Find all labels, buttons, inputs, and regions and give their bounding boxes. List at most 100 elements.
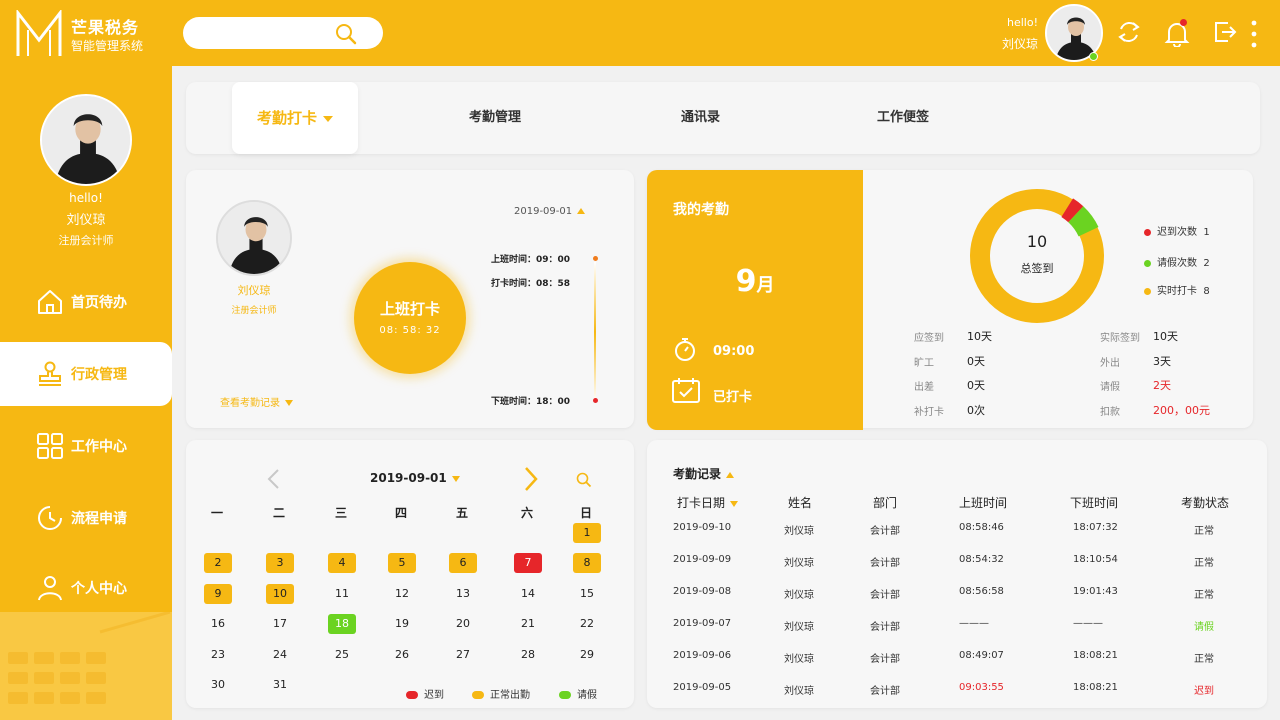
table-cell: 08:54:32 bbox=[959, 554, 1004, 565]
calendar-day[interactable]: 4 bbox=[328, 553, 356, 573]
sidebar-item-personal[interactable]: 个人中心 bbox=[0, 556, 172, 620]
attendance-summary-panel: 我的考勤 9月 09:00 已打卡 bbox=[647, 170, 863, 430]
column-header-start-time: 上班时间 bbox=[959, 496, 1008, 510]
top-bar: 芒果税务 智能管理系统 hello! 刘仪琼 bbox=[0, 0, 1280, 66]
calendar-day[interactable]: 27 bbox=[449, 645, 477, 665]
calendar-day[interactable]: 24 bbox=[266, 645, 294, 665]
table-cell: 正常 bbox=[1194, 526, 1214, 537]
timeline-end-dot bbox=[593, 398, 598, 403]
calendar-day[interactable]: 10 bbox=[266, 584, 294, 604]
weekday-label: 日 bbox=[579, 506, 592, 520]
legend-dot bbox=[1144, 228, 1151, 236]
calendar-day[interactable]: 25 bbox=[328, 645, 356, 665]
end-time: 下班时间：18：00 bbox=[491, 397, 571, 407]
calendar-day[interactable]: 22 bbox=[573, 614, 601, 634]
table-cell: 会计部 bbox=[870, 590, 900, 601]
calendar-day[interactable]: 6 bbox=[449, 553, 477, 573]
online-status-dot bbox=[1089, 52, 1098, 61]
calendar-day[interactable]: 13 bbox=[449, 584, 477, 604]
month-unit: 月 bbox=[756, 275, 775, 296]
records-title-text: 考勤记录 bbox=[673, 467, 722, 481]
calendar-day[interactable]: 11 bbox=[328, 584, 356, 604]
calendar-day[interactable]: 20 bbox=[449, 614, 477, 634]
greeting: hello! bbox=[1007, 16, 1038, 29]
tab-attendance-management[interactable]: 考勤管理 bbox=[469, 82, 521, 154]
search-icon[interactable] bbox=[335, 23, 357, 45]
column-header-name: 姓名 bbox=[788, 496, 813, 510]
legend-late: 迟到次数 1 bbox=[1144, 223, 1210, 238]
stamp-icon bbox=[39, 361, 61, 386]
calendar-day[interactable]: 9 bbox=[204, 584, 232, 604]
legend-label: 迟到 bbox=[424, 690, 444, 701]
logout-icon[interactable] bbox=[1212, 19, 1238, 45]
calendar-day[interactable]: 30 bbox=[204, 675, 232, 695]
tab-attendance-punch[interactable]: 考勤打卡 bbox=[232, 82, 358, 154]
calendar-day[interactable]: 31 bbox=[266, 675, 294, 695]
app-subtitle: 智能管理系统 bbox=[71, 39, 144, 53]
table-cell: 刘仪琼 bbox=[784, 686, 814, 697]
calendar-day[interactable]: 1 bbox=[573, 523, 601, 543]
calendar-day[interactable]: 18 bbox=[328, 614, 356, 634]
calendar-day[interactable]: 7 bbox=[514, 553, 542, 573]
table-cell: ——— bbox=[1073, 618, 1103, 629]
stat-value: 0次 bbox=[967, 404, 985, 417]
stat-value: 0天 bbox=[967, 379, 985, 392]
sidebar-avatar[interactable] bbox=[40, 94, 132, 186]
legend-label: 请假 bbox=[577, 690, 597, 701]
search-input[interactable] bbox=[183, 17, 383, 49]
column-header-date[interactable]: 打卡日期 bbox=[677, 494, 739, 511]
stopwatch-icon bbox=[675, 338, 695, 361]
tab-contacts[interactable]: 通讯录 bbox=[681, 82, 720, 154]
sidebar-item-admin[interactable]: 行政管理 bbox=[0, 342, 172, 406]
sidebar: hello! 刘仪琼 注册会计师 首页待办 行政管理 工作中心 流程申请 个人中… bbox=[0, 66, 172, 720]
calendar-day[interactable]: 2 bbox=[204, 553, 232, 573]
stat-value: 200，00元 bbox=[1153, 404, 1210, 417]
attendance-status: 已打卡 bbox=[713, 390, 753, 405]
more-icon[interactable] bbox=[1250, 19, 1258, 49]
view-records-link[interactable]: 查看考勤记录 bbox=[220, 394, 293, 409]
chevron-up-icon bbox=[577, 208, 586, 214]
punch-avatar bbox=[216, 200, 292, 276]
legend-value: 2 bbox=[1203, 258, 1210, 269]
calendar-day[interactable]: 21 bbox=[514, 614, 542, 634]
punch-in-button[interactable]: 上班打卡 08: 58: 32 bbox=[354, 262, 466, 374]
legend-dot bbox=[1144, 287, 1151, 295]
user-name: 刘仪琼 bbox=[1001, 37, 1038, 51]
grid-icon bbox=[37, 433, 63, 459]
calendar-day[interactable]: 8 bbox=[573, 553, 601, 573]
sidebar-item-process[interactable]: 流程申请 bbox=[0, 486, 172, 550]
sidebar-item-label: 流程申请 bbox=[71, 511, 127, 527]
calendar-day[interactable]: 19 bbox=[388, 614, 416, 634]
calendar-day[interactable]: 17 bbox=[266, 614, 294, 634]
calendar-day[interactable]: 14 bbox=[514, 584, 542, 604]
calendar-day[interactable]: 15 bbox=[573, 584, 601, 604]
table-cell: 2019-09-06 bbox=[673, 650, 732, 661]
refresh-icon[interactable] bbox=[1116, 19, 1142, 45]
search-icon[interactable] bbox=[576, 472, 592, 488]
calendar-day[interactable]: 28 bbox=[514, 645, 542, 665]
tab-work-notes[interactable]: 工作便签 bbox=[877, 82, 929, 154]
table-cell: 09:03:55 bbox=[959, 682, 1004, 693]
calendar-day[interactable]: 16 bbox=[204, 614, 232, 634]
calendar-check-icon bbox=[672, 378, 700, 403]
chevron-left-icon[interactable] bbox=[266, 468, 280, 490]
calendar-day[interactable]: 12 bbox=[388, 584, 416, 604]
calendar-day[interactable]: 29 bbox=[573, 645, 601, 665]
calendar-day[interactable]: 5 bbox=[388, 553, 416, 573]
calendar-day[interactable]: 23 bbox=[204, 645, 232, 665]
stat-value: 0天 bbox=[967, 355, 985, 368]
chevron-down-icon bbox=[285, 400, 293, 406]
calendar-day[interactable]: 26 bbox=[388, 645, 416, 665]
punch-date-selector[interactable]: 2019-09-01 bbox=[514, 206, 586, 217]
sidebar-item-work-center[interactable]: 工作中心 bbox=[0, 414, 172, 478]
attendance-time: 09:00 bbox=[713, 344, 755, 359]
table-cell: 刘仪琼 bbox=[784, 590, 814, 601]
stat-label: 外出 bbox=[1100, 358, 1120, 369]
table-cell: 18:10:54 bbox=[1073, 554, 1118, 565]
table-cell: 刘仪琼 bbox=[784, 622, 814, 633]
calendar-day[interactable]: 3 bbox=[266, 553, 294, 573]
chevron-right-icon[interactable] bbox=[523, 466, 539, 492]
table-cell: 18:08:21 bbox=[1073, 682, 1118, 693]
sidebar-item-home[interactable]: 首页待办 bbox=[0, 270, 172, 334]
calendar-month-selector[interactable]: 2019-09-01 bbox=[370, 471, 460, 485]
